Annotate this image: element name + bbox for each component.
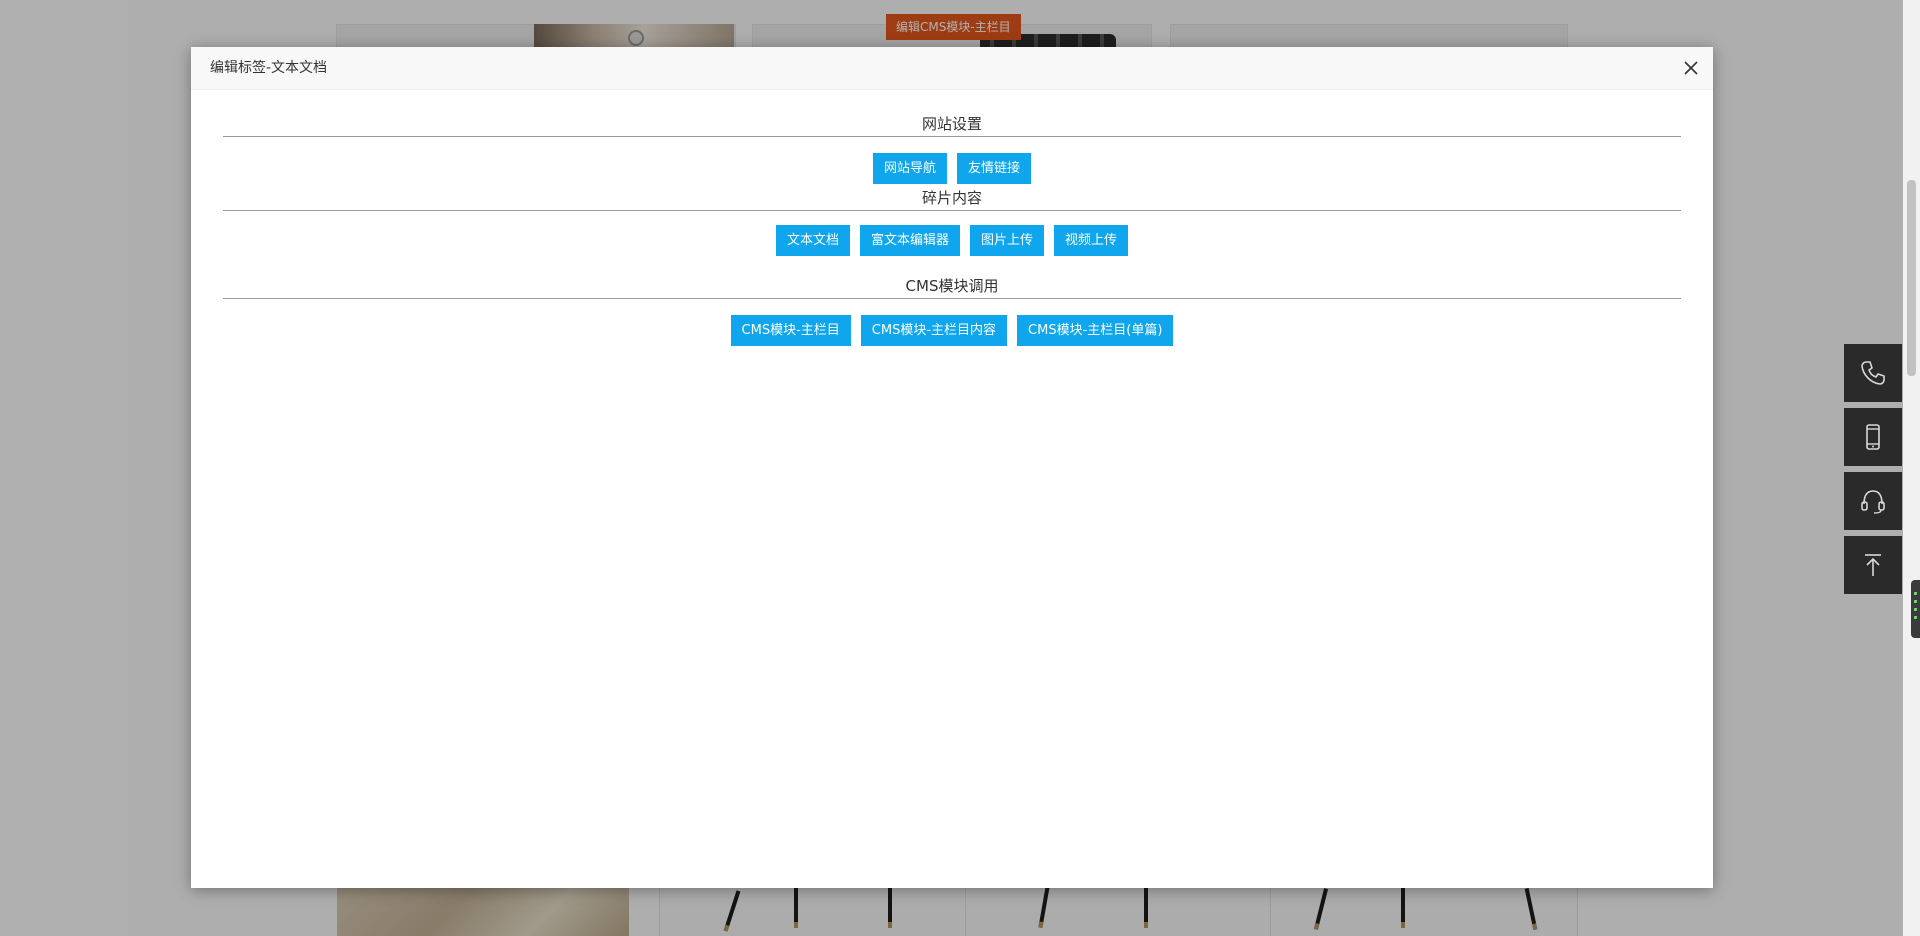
mobile-button[interactable] [1844,408,1902,466]
cms-main-column-single-button[interactable]: CMS模块-主栏目(单篇) [1017,315,1174,346]
section-title: 碎片内容 [921,189,982,207]
section-divider [223,210,1681,211]
section-cms-module: CMS模块调用 CMS模块-主栏目 CMS模块-主栏目内容 CMS模块-主栏目(单篇… [223,276,1681,346]
cms-main-column-button[interactable]: CMS模块-主栏目 [730,315,851,346]
cms-main-column-content-button[interactable]: CMS模块-主栏目内容 [860,315,1008,346]
phone-button[interactable] [1844,344,1902,402]
close-icon [1684,61,1698,75]
section-title: 网站设置 [921,115,982,133]
headset-icon [1861,490,1885,514]
section-divider [223,136,1681,137]
video-upload-button[interactable]: 视频上传 [1054,225,1129,256]
friend-links-button[interactable]: 友情链接 [957,153,1032,184]
site-nav-button[interactable]: 网站导航 [872,153,947,184]
scrollbar-thumb[interactable] [1907,180,1916,376]
side-panel-handle[interactable] [1911,580,1920,638]
back-to-top-button[interactable] [1844,536,1902,594]
section-divider [223,298,1681,299]
customer-service-button[interactable] [1844,472,1902,530]
floating-toolbar [1844,344,1902,600]
modal-close-button[interactable] [1681,58,1701,78]
back-to-top-icon [1865,554,1881,576]
mobile-icon [1866,424,1880,450]
rich-text-editor-button[interactable]: 富文本编辑器 [859,225,960,256]
page-scrollbar[interactable] [1903,0,1920,936]
button-row: 网站导航 友情链接 [223,153,1681,184]
page: 编辑CMS模块-主栏目 编辑标签-文本文档 网站设置 网站导航 友情链接 碎片内… [0,0,1920,936]
section-fragment-content: 碎片内容 文本文档 富文本编辑器 图片上传 视频上传 [223,188,1681,256]
image-upload-button[interactable]: 图片上传 [970,225,1045,256]
button-row: 文本文档 富文本编辑器 图片上传 视频上传 [223,225,1681,256]
phone-icon [1861,361,1885,385]
button-row: CMS模块-主栏目 CMS模块-主栏目内容 CMS模块-主栏目(单篇) [223,315,1681,346]
text-document-button[interactable]: 文本文档 [775,225,850,256]
edit-tag-modal: 编辑标签-文本文档 网站设置 网站导航 友情链接 碎片内容 文本文档 富文本编辑… [191,47,1713,888]
section-site-settings: 网站设置 网站导航 友情链接 [223,48,1681,184]
section-title: CMS模块调用 [905,277,999,295]
